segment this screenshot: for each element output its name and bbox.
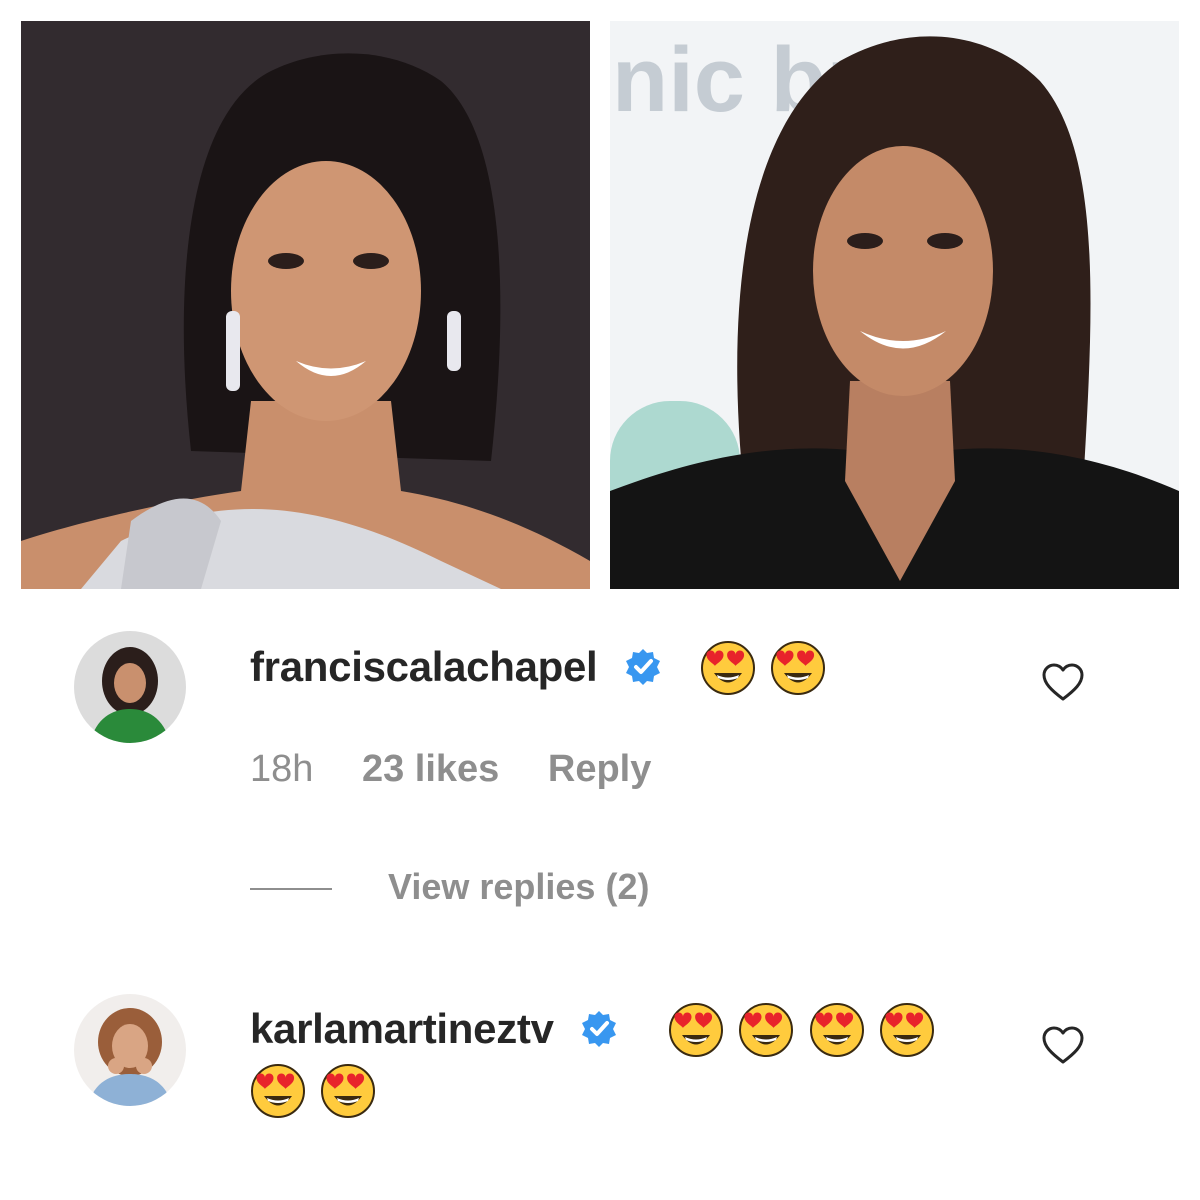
username-text[interactable]: karlamartineztv (250, 1005, 554, 1052)
like-heart-icon[interactable] (1041, 663, 1085, 703)
heart-eyes-emoji (739, 1003, 794, 1057)
avatar[interactable] (74, 994, 186, 1106)
portrait-image-right: nic bran (610, 21, 1179, 589)
avatar-image (74, 994, 186, 1106)
avatar[interactable] (74, 631, 186, 743)
verified-badge-icon (625, 649, 660, 685)
replies-divider-line (250, 888, 332, 891)
username-text[interactable]: franciscalachapel (250, 643, 598, 690)
left-photo (21, 21, 590, 589)
comment-username[interactable]: karlamartineztv (250, 1005, 619, 1053)
heart-eyes-emoji (701, 641, 755, 695)
heart-eyes-emoji (321, 1064, 376, 1118)
avatar-image (74, 631, 186, 743)
comment-likes-count[interactable]: 23 likes (362, 748, 499, 790)
reply-button[interactable]: Reply (548, 748, 651, 790)
view-replies-button[interactable]: View replies (2) (250, 866, 649, 908)
heart-eyes-emoji (809, 1003, 864, 1057)
comment-time: 18h (250, 748, 314, 790)
header-photo-collage: nic bran (0, 0, 1200, 610)
comment-emoji-row-2 (250, 1063, 386, 1119)
heart-eyes-emoji (669, 1003, 723, 1057)
right-photo: nic bran (610, 21, 1179, 589)
view-replies-label[interactable]: View replies (2) (388, 866, 649, 907)
heart-eyes-emoji (880, 1003, 935, 1057)
comment-emoji-row (668, 1002, 945, 1058)
heart-eyes-emoji (771, 641, 826, 695)
verified-badge-icon (582, 1011, 617, 1047)
heart-eyes-emoji (251, 1064, 305, 1118)
comment-username[interactable]: franciscalachapel (250, 643, 663, 691)
like-heart-icon[interactable] (1041, 1026, 1085, 1066)
comment-emoji-row (700, 640, 836, 696)
portrait-image-left (21, 21, 590, 589)
comment-meta: 18h 23 likes Reply (250, 748, 689, 791)
